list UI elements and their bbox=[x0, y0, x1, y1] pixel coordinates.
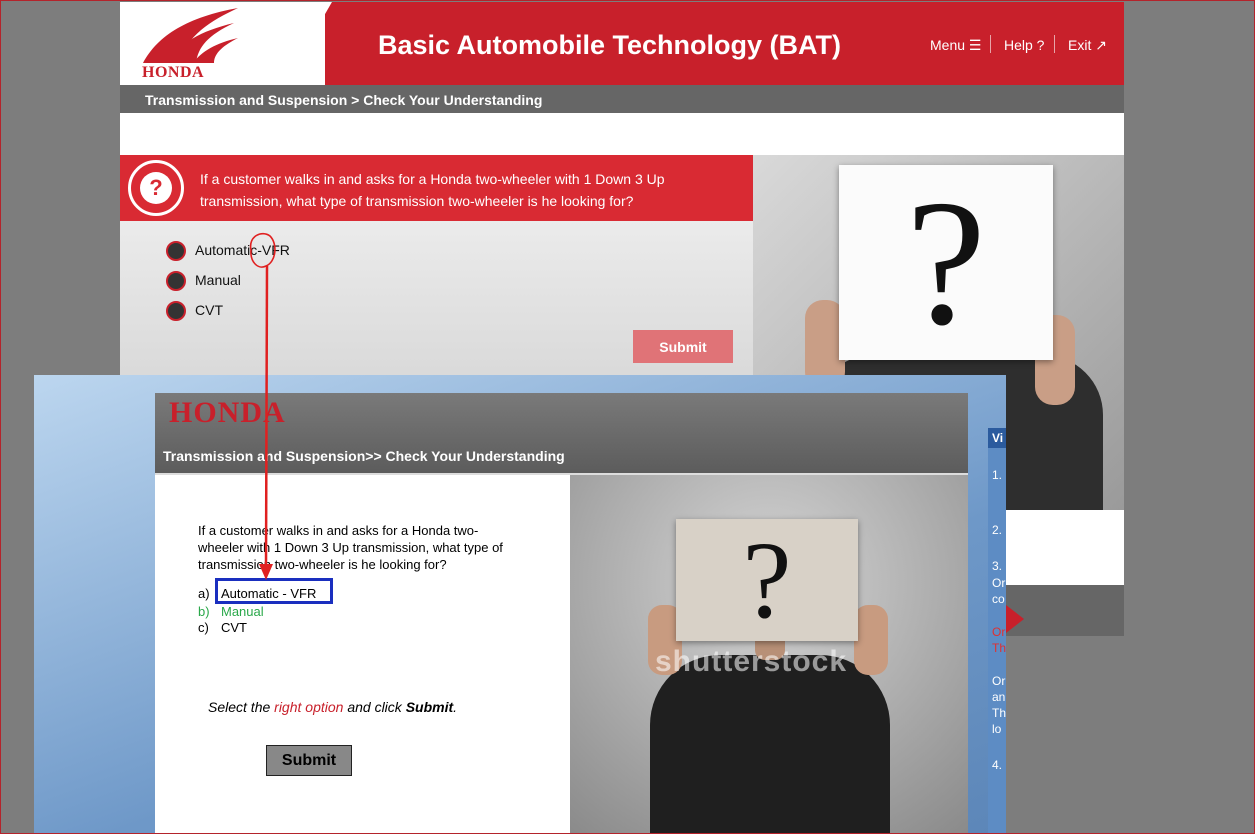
old-header: HONDA Transmission and Suspension>> Chec… bbox=[155, 393, 968, 473]
highlight-box bbox=[215, 578, 333, 604]
question-bar: ? If a customer walks in and asks for a … bbox=[120, 155, 753, 221]
honda-wordmark: HONDA bbox=[142, 64, 205, 81]
old-course-window: HONDA Transmission and Suspension>> Chec… bbox=[155, 393, 968, 834]
header-bar: HONDA Basic Automobile Technology (BAT) … bbox=[120, 2, 1124, 102]
nav-separator bbox=[990, 35, 991, 53]
instruction-text: Select the right option and click Submit… bbox=[208, 699, 457, 715]
hand-right bbox=[854, 605, 888, 675]
breadcrumb: Transmission and Suspension > Check Your… bbox=[145, 92, 543, 108]
instruction-bold: Submit bbox=[405, 699, 454, 715]
side-item: 4. bbox=[992, 758, 1003, 772]
radio-button[interactable] bbox=[166, 241, 186, 261]
question-mark-icon: ? bbox=[742, 519, 792, 641]
side-item: 1. bbox=[992, 468, 1003, 482]
option-letter: b) bbox=[198, 604, 210, 619]
instruction-part: Select the bbox=[208, 699, 275, 715]
old-option-b[interactable]: b) Manual bbox=[198, 604, 264, 619]
side-item: Th bbox=[992, 641, 1006, 655]
side-item: lo bbox=[992, 722, 1002, 736]
side-item: Th bbox=[992, 706, 1006, 720]
question-card: ? bbox=[676, 519, 858, 641]
side-item: Or bbox=[992, 576, 1006, 590]
side-item: 2. bbox=[992, 523, 1003, 537]
question-text: If a customer walks in and asks for a Ho… bbox=[200, 171, 665, 209]
old-submit-button[interactable]: Submit bbox=[266, 745, 352, 776]
side-panel-header: Vi bbox=[988, 428, 1006, 448]
menu-link[interactable]: Menu ☰ bbox=[930, 37, 981, 54]
option-label: Manual bbox=[221, 604, 264, 619]
side-panel-title: Vi bbox=[992, 431, 1004, 445]
honda-wing-icon bbox=[143, 8, 238, 63]
panel-blank bbox=[987, 510, 1124, 585]
option-label: CVT bbox=[195, 302, 223, 318]
radio-button[interactable] bbox=[166, 271, 186, 291]
option-letter: c) bbox=[198, 620, 209, 635]
radio-button[interactable] bbox=[166, 301, 186, 321]
stock-watermark: shutterstock bbox=[655, 645, 848, 678]
question-card: ? bbox=[839, 165, 1053, 360]
instruction-part: and click bbox=[343, 699, 406, 715]
old-option-c[interactable]: c) CVT bbox=[198, 620, 247, 635]
question-icon: ? bbox=[128, 160, 184, 216]
instruction-highlight: right option bbox=[274, 699, 344, 715]
option-label: Automatic-VFR bbox=[195, 242, 290, 258]
side-item: an bbox=[992, 690, 1006, 704]
nav-separator bbox=[1054, 35, 1055, 53]
side-item: Or bbox=[992, 674, 1006, 688]
side-item: 3. bbox=[992, 559, 1003, 573]
breadcrumb-bar: Transmission and Suspension > Check Your… bbox=[120, 85, 1124, 113]
help-link[interactable]: Help ? bbox=[1004, 37, 1044, 53]
option-label: CVT bbox=[221, 620, 247, 635]
person-silhouette bbox=[650, 655, 890, 834]
side-item: co bbox=[992, 592, 1005, 606]
option-label: Manual bbox=[195, 272, 241, 288]
question-mark-icon: ? bbox=[906, 163, 986, 362]
instruction-part: . bbox=[453, 699, 458, 715]
old-question-text: If a customer walks in and asks for a Ho… bbox=[198, 523, 503, 572]
submit-button[interactable]: Submit bbox=[633, 330, 733, 363]
side-panel: Vi 1. 2. 3. Or co Or Th Or an Th lo 4. bbox=[988, 428, 1006, 834]
old-breadcrumb: Transmission and Suspension>> Check Your… bbox=[163, 448, 565, 464]
exit-link[interactable]: Exit ↗ bbox=[1068, 37, 1107, 54]
course-title: Basic Automobile Technology (BAT) bbox=[378, 30, 842, 60]
old-question-photo: ? shutterstock bbox=[570, 475, 968, 834]
side-item: Or bbox=[992, 625, 1006, 639]
question-mark-icon: ? bbox=[140, 172, 172, 204]
old-honda-logo: HONDA bbox=[169, 396, 286, 429]
red-pointer-icon bbox=[1006, 605, 1024, 633]
